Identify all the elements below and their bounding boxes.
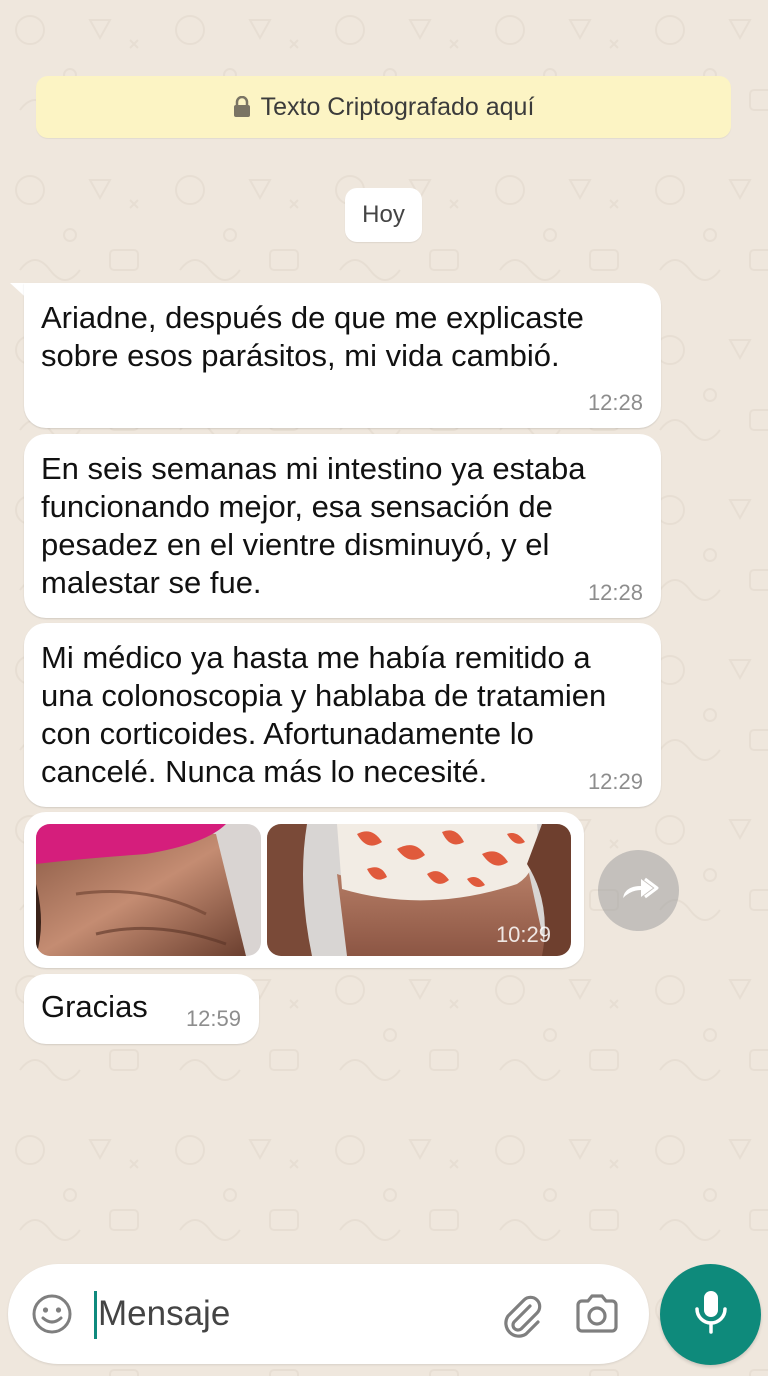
emoji-icon [30, 1294, 74, 1340]
forward-icon [619, 874, 659, 907]
message-bubble[interactable]: En seis semanas mi intestino ya estaba f… [24, 434, 661, 618]
encryption-notice-text: Texto Criptografado aquí [260, 92, 535, 121]
photo-after[interactable]: 10:29 [267, 824, 571, 956]
photo-before[interactable] [36, 824, 261, 956]
message-timestamp: 12:59 [185, 1006, 241, 1031]
message-timestamp: 12:29 [587, 769, 643, 794]
message-bubble[interactable]: Ariadne, después de que me explicaste so… [24, 283, 661, 428]
microphone-icon [693, 1289, 729, 1340]
paperclip-icon [498, 1295, 544, 1342]
voice-message-button[interactable] [660, 1264, 761, 1365]
emoji-button[interactable] [30, 1292, 74, 1336]
attach-button[interactable] [498, 1292, 544, 1338]
message-text: En seis semanas mi intestino ya estaba f… [41, 451, 586, 600]
camera-icon [574, 1294, 620, 1339]
message-text: Ariadne, después de que me explicaste so… [41, 300, 584, 373]
date-divider: Hoy [345, 188, 422, 242]
forward-button[interactable] [598, 850, 679, 931]
image-timestamp: 10:29 [495, 922, 551, 947]
lock-icon [233, 96, 251, 118]
message-bubble[interactable]: Gracias 12:59 [24, 974, 259, 1044]
text-caret [94, 1291, 97, 1339]
encryption-notice[interactable]: Texto Criptografado aquí [36, 76, 731, 138]
message-bubble[interactable]: Mi médico ya hasta me había remitido a u… [24, 623, 661, 807]
camera-button[interactable] [574, 1293, 620, 1335]
message-text: Mi médico ya hasta me había remitido a u… [41, 640, 607, 789]
message-composer [8, 1264, 649, 1364]
image-message[interactable]: 10:29 [24, 812, 584, 968]
message-timestamp: 12:28 [587, 390, 643, 415]
message-input[interactable] [98, 1286, 478, 1342]
message-timestamp: 12:28 [587, 580, 643, 605]
